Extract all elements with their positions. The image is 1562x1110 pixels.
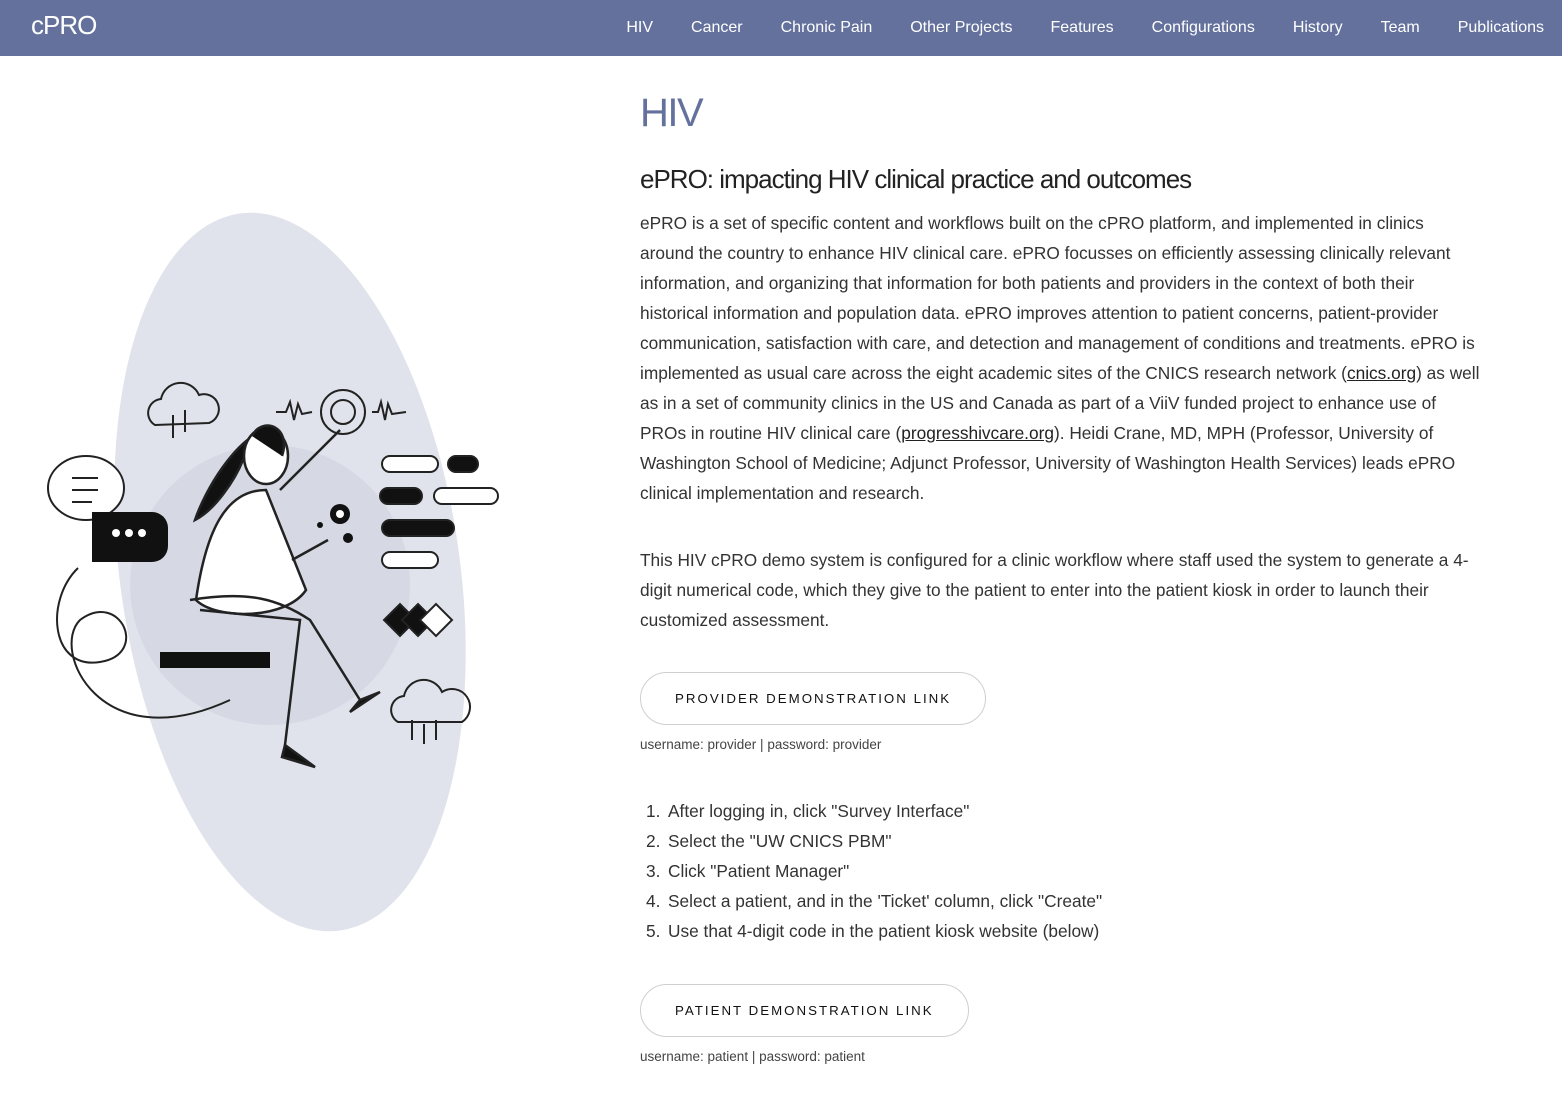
- brand-logo[interactable]: cPRO: [31, 10, 97, 41]
- list-item: 4. Select a patient, and in the 'Ticket' …: [640, 886, 1480, 916]
- step-text: Use that 4-digit code in the patient kio…: [668, 921, 1100, 941]
- nav-link-chronic-pain[interactable]: Chronic Pain: [781, 19, 873, 37]
- nav-link-configurations[interactable]: Configurations: [1152, 19, 1255, 37]
- cnics-link[interactable]: cnics.org: [1347, 363, 1416, 383]
- nav-link-history[interactable]: History: [1293, 19, 1343, 37]
- nav-link-publications[interactable]: Publications: [1458, 19, 1544, 37]
- demo-paragraph: This HIV cPRO demo system is configured …: [640, 550, 1469, 630]
- step-text: Select the "UW CNICS PBM": [668, 831, 892, 851]
- step-text: After logging in, click "Survey Interfac…: [668, 801, 970, 821]
- nav-links: HIV Cancer Chronic Pain Other Projects F…: [626, 0, 1544, 56]
- step-number: 1.: [646, 801, 661, 821]
- patient-credentials: username: patient | password: patient: [640, 1049, 865, 1064]
- step-number: 2.: [646, 831, 661, 851]
- nav-link-cancer[interactable]: Cancer: [691, 19, 743, 37]
- page-title: HIV: [640, 91, 704, 135]
- provider-demo-button[interactable]: PROVIDER DEMONSTRATION LINK: [640, 672, 987, 725]
- main-content: HIV ePRO: impacting HIV clinical practic…: [640, 90, 1480, 1065]
- chat-bubble-icon: [46, 455, 126, 521]
- intro-paragraph: ePRO is a set of specific content and wo…: [640, 208, 1480, 508]
- step-number: 3.: [646, 861, 661, 881]
- instruction-steps: 1. After logging in, click "Survey Interf…: [640, 796, 1480, 946]
- list-item: 2. Select the "UW CNICS PBM": [640, 826, 1480, 856]
- intro-text-1: ePRO is a set of specific content and wo…: [640, 213, 1475, 383]
- bench: [160, 652, 270, 668]
- list-item: 5. Use that 4-digit code in the patient k…: [640, 916, 1480, 946]
- hero-illustration: [46, 212, 499, 932]
- diamonds-icon: [382, 602, 454, 638]
- nav-link-other-projects[interactable]: Other Projects: [910, 19, 1012, 37]
- list-item: 1. After logging in, click "Survey Interf…: [640, 796, 1480, 826]
- top-navbar: cPRO HIV Cancer Chronic Pain Other Proje…: [0, 0, 1562, 56]
- provider-credentials: username: provider | password: provider: [640, 737, 882, 752]
- nav-link-hiv[interactable]: HIV: [626, 19, 653, 37]
- ellipsis-icon: [92, 512, 168, 562]
- step-number: 5.: [646, 921, 661, 941]
- nav-link-features[interactable]: Features: [1051, 19, 1114, 37]
- step-number: 4.: [646, 891, 661, 911]
- nav-link-team[interactable]: Team: [1381, 19, 1420, 37]
- list-item: 3. Click "Patient Manager": [640, 856, 1480, 886]
- page-subtitle: ePRO: impacting HIV clinical practice an…: [640, 164, 1192, 194]
- progresshivcare-link[interactable]: progresshivcare.org: [901, 423, 1054, 443]
- patient-demo-button[interactable]: PATIENT DEMONSTRATION LINK: [640, 984, 969, 1037]
- step-text: Select a patient, and in the 'Ticket' co…: [668, 891, 1103, 911]
- step-text: Click "Patient Manager": [668, 861, 850, 881]
